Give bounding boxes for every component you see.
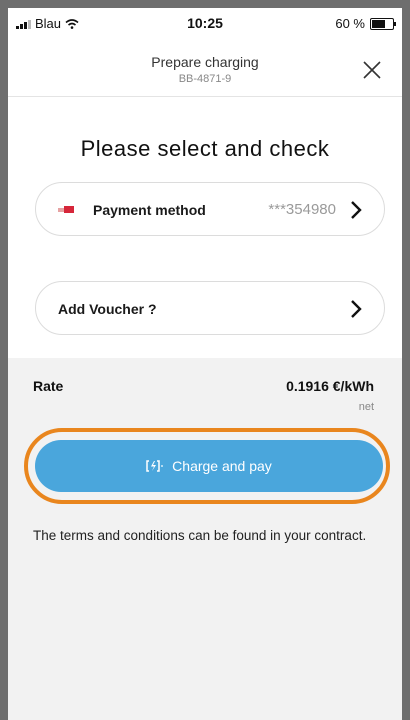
status-bar: Blau 10:25 60 % xyxy=(8,8,402,38)
vehicle-id: BB-4871-9 xyxy=(178,73,232,85)
rate-value: 0.1916 €/kWh xyxy=(286,378,374,394)
credit-card-icon xyxy=(58,206,74,213)
nav-header: Prepare charging BB-4871-9 xyxy=(8,38,402,97)
page-title: Prepare charging xyxy=(151,54,259,70)
chevron-right-icon xyxy=(351,300,362,318)
charge-and-pay-label: Charge and pay xyxy=(172,458,272,474)
status-right: 60 % xyxy=(335,16,396,31)
battery-percent: 60 % xyxy=(335,16,365,31)
device-frame: Blau 10:25 60 % Prepare charging BB-4871… xyxy=(0,0,410,720)
battery-icon xyxy=(370,17,396,30)
payment-method-label: Payment method xyxy=(93,202,206,218)
add-voucher-label: Add Voucher ? xyxy=(58,301,157,317)
rate-net-note: net xyxy=(358,401,374,413)
section-heading: Please select and check xyxy=(80,136,330,161)
terms-text: The terms and conditions can be found in… xyxy=(33,528,367,543)
rate-label: Rate xyxy=(33,378,64,394)
close-icon[interactable] xyxy=(362,60,382,80)
add-voucher-row[interactable]: Add Voucher ? xyxy=(35,281,385,335)
payment-method-row[interactable]: Payment method ***354980 xyxy=(35,182,385,236)
summary-panel: Rate 0.1916 €/kWh net Charge and pay The… xyxy=(8,358,402,720)
payment-method-value: ***354980 xyxy=(268,201,336,218)
charging-bolt-icon xyxy=(146,460,164,472)
charge-and-pay-button[interactable]: Charge and pay xyxy=(35,440,383,492)
chevron-right-icon xyxy=(351,201,362,219)
app-screen: Blau 10:25 60 % Prepare charging BB-4871… xyxy=(8,8,402,720)
